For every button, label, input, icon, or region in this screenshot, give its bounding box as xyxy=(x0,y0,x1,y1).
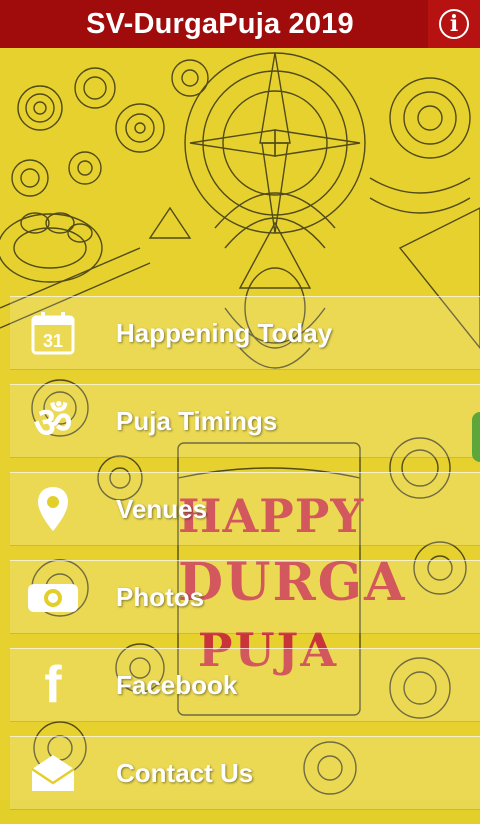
menu-label-photos: Photos xyxy=(116,581,205,612)
svg-text:31: 31 xyxy=(43,331,63,351)
menu-item-venues[interactable]: Venues xyxy=(10,472,480,546)
mail-icon xyxy=(10,737,96,809)
facebook-icon: f xyxy=(44,656,62,714)
menu-label-contact-us: Contact Us xyxy=(116,757,254,788)
menu-item-contact-us[interactable]: Contact Us xyxy=(10,736,480,810)
menu-item-facebook[interactable]: f Facebook xyxy=(10,648,480,722)
menu-item-puja-timings[interactable]: ॐ Puja Timings xyxy=(10,384,480,458)
menu-label-venues: Venues xyxy=(116,493,208,524)
app-header: SV-DurgaPuja 2019 i xyxy=(0,0,480,48)
menu-label-happening-today: Happening Today xyxy=(116,317,333,348)
menu-label-puja-timings: Puja Timings xyxy=(116,405,278,436)
app-title: SV-DurgaPuja 2019 xyxy=(86,7,354,40)
menu-item-happening-today[interactable]: 31 Happening Today xyxy=(10,296,480,370)
info-button[interactable]: i xyxy=(428,0,480,48)
menu-label-facebook: Facebook xyxy=(116,669,238,700)
menu-item-photos[interactable]: Photos xyxy=(10,560,480,634)
info-icon: i xyxy=(439,9,469,39)
calendar-icon: 31 xyxy=(10,297,96,369)
location-pin-icon xyxy=(10,473,96,545)
side-drawer-handle[interactable] xyxy=(472,412,480,462)
main-menu: 31 Happening Today ॐ Puja Timings Venues… xyxy=(10,296,480,824)
om-icon: ॐ xyxy=(33,397,73,447)
camera-icon xyxy=(10,561,96,633)
